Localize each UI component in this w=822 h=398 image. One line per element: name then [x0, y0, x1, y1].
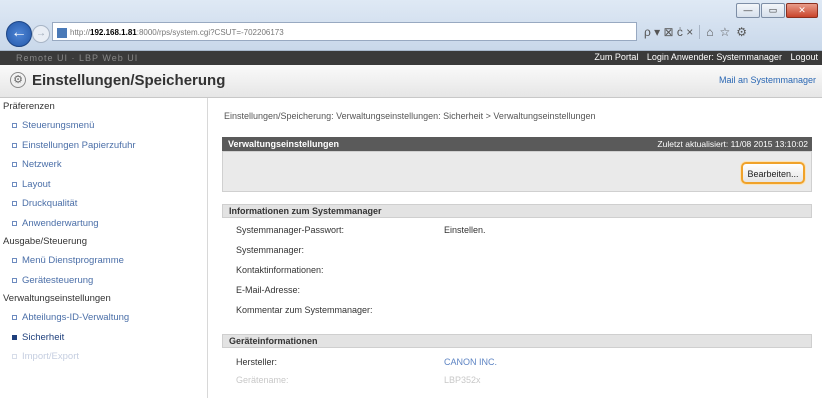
toolbar-divider	[699, 24, 701, 39]
login-user-text: Login Anwender: Systemmanager	[646, 52, 782, 62]
field-value: CANON INC.	[444, 357, 498, 367]
sysman-section-header: Informationen zum Systemmanager	[222, 204, 812, 218]
logout-link[interactable]: Logout	[790, 52, 818, 62]
field-label: Kontaktinformationen:	[236, 265, 324, 275]
sidebar-item-label: Druckqualität	[22, 198, 78, 209]
field-label: Systemmanager-Passwort:	[236, 225, 345, 235]
info-row: Kommentar zum Systemmanager:	[222, 300, 812, 320]
sidebar-item-druckqualitaet[interactable]: Druckqualität	[0, 194, 207, 214]
close-window-button[interactable]: ✕	[786, 3, 818, 18]
url-host: 192.168.1.81	[90, 28, 137, 37]
field-label: Hersteller:	[236, 357, 278, 367]
portal-link[interactable]: Zum Portal	[594, 52, 638, 62]
sidebar-section-title: Präferenzen	[3, 101, 55, 112]
sidebar-item-label: Sicherheit	[22, 331, 65, 343]
panel-toolbar: Bearbeiten...	[222, 151, 812, 192]
sidebar-item-anwenderwartung[interactable]: Anwenderwartung	[0, 214, 207, 234]
bullet-icon	[12, 123, 17, 129]
bullet-icon	[12, 201, 17, 207]
mail-to-sysman-link[interactable]: Mail an Systemmanager	[719, 75, 816, 85]
browser-chrome: — ▭ ✕ ← → http://192.168.1.81:8000/rps/s…	[0, 0, 822, 51]
info-row: Systemmanager:	[222, 240, 812, 260]
sidebar-item-sicherheit[interactable]: Sicherheit	[0, 328, 207, 348]
page-title: Einstellungen/Speicherung	[32, 72, 226, 89]
sidebar-item-papierzufuhr[interactable]: Einstellungen Papierzufuhr	[0, 136, 207, 156]
sidebar-item-label: Anwenderwartung	[22, 217, 99, 229]
edit-button[interactable]: Bearbeiten...	[741, 162, 805, 184]
device-section-header: Geräteinformationen	[222, 334, 812, 348]
sidebar-item-label: Abteilungs-ID-Verwaltung	[22, 312, 130, 323]
sidebar-item-dienstprogramme[interactable]: Menü Dienstprogramme	[0, 251, 207, 271]
favorites-star-icon[interactable]: ☆	[720, 25, 731, 39]
sidebar-item-netzwerk[interactable]: Netzwerk	[0, 155, 207, 175]
main-content: Einstellungen/Speicherung: Verwaltungsei…	[222, 98, 819, 398]
field-label: Gerätename:	[236, 375, 289, 385]
bullet-icon	[12, 258, 17, 264]
settings-gear-icon: ⚙	[10, 72, 26, 88]
page-header: ⚙ Einstellungen/Speicherung Mail an Syst…	[0, 65, 822, 98]
sidebar-item-import-export[interactable]: Import/Export	[0, 347, 207, 367]
sidebar-item-label: Menü Dienstprogramme	[22, 255, 124, 266]
bullet-icon	[12, 277, 17, 283]
settings-gear-icon[interactable]: ⚙	[736, 25, 747, 39]
info-row: Kontaktinformationen:	[222, 260, 812, 280]
bullet-icon	[12, 334, 17, 340]
bullet-icon	[12, 181, 17, 187]
product-name: Remote UI · LBP Web UI	[16, 53, 139, 63]
browser-toolbar-icons: ρ ▾ ⊠ ċ × ⌂ ☆ ⚙	[640, 22, 822, 41]
maximize-button[interactable]: ▭	[761, 3, 785, 18]
home-icon[interactable]: ⌂	[706, 25, 713, 39]
search-controls[interactable]: ρ ▾ ⊠ ċ ×	[644, 25, 693, 39]
sidebar-item-label: Layout	[22, 178, 51, 190]
field-label: E-Mail-Adresse:	[236, 285, 301, 295]
field-label: Systemmanager:	[236, 245, 305, 255]
sidebar: Präferenzen Steuerungsmenü Einstellungen…	[0, 98, 208, 398]
info-row: Hersteller: CANON INC.	[222, 352, 812, 372]
panel-title: Verwaltungseinstellungen	[228, 139, 340, 149]
info-row: Systemmanager-Passwort: Einstellen.	[222, 220, 812, 240]
back-button[interactable]: ←	[6, 21, 32, 47]
sidebar-item-geraetesteuerung[interactable]: Gerätesteuerung	[0, 271, 207, 291]
sidebar-item-label: Netzwerk	[22, 159, 62, 170]
info-row: Gerätename: LBP352x	[222, 370, 812, 390]
bullet-icon	[12, 354, 17, 360]
forward-button[interactable]: →	[32, 25, 50, 43]
site-favicon-icon	[57, 27, 67, 38]
sidebar-item-label: Einstellungen Papierzufuhr	[22, 139, 136, 151]
bullet-icon	[12, 162, 17, 168]
field-label: Kommentar zum Systemmanager:	[236, 305, 373, 315]
sidebar-item-steuerungsmenue[interactable]: Steuerungsmenü	[0, 116, 207, 136]
url-path: :8000/rps/system.cgi?CSUT=-702206173	[136, 28, 284, 37]
bullet-icon	[12, 315, 17, 321]
window-controls: — ▭ ✕	[736, 3, 818, 18]
url-prefix: http://	[70, 28, 91, 37]
field-value: Einstellen.	[444, 225, 486, 235]
app-top-bar: Remote UI · LBP Web UI Zum Portal Login …	[0, 51, 822, 65]
panel-header: Verwaltungseinstellungen Zuletzt aktuali…	[222, 137, 812, 151]
sidebar-item-abteilungs-id[interactable]: Abteilungs-ID-Verwaltung	[0, 308, 207, 328]
sidebar-item-label: Import/Export	[22, 351, 80, 362]
last-updated-text: Zuletzt aktualisiert: 11/08 2015 13:10:0…	[657, 139, 808, 149]
address-bar[interactable]: http://192.168.1.81:8000/rps/system.cgi?…	[52, 22, 637, 41]
sidebar-item-label: Steuerungsmenü	[22, 120, 95, 131]
sidebar-section-title: Ausgabe/Steuerung	[3, 236, 87, 247]
breadcrumb: Einstellungen/Speicherung: Verwaltungsei…	[224, 111, 596, 121]
bullet-icon	[12, 142, 17, 148]
sidebar-item-layout[interactable]: Layout	[0, 175, 207, 195]
bullet-icon	[12, 220, 17, 226]
minimize-button[interactable]: —	[736, 3, 760, 18]
field-value: LBP352x	[444, 375, 481, 385]
sidebar-item-label: Gerätesteuerung	[22, 274, 94, 286]
info-row: E-Mail-Adresse:	[222, 280, 812, 300]
sidebar-section-title: Verwaltungseinstellungen	[3, 293, 111, 304]
